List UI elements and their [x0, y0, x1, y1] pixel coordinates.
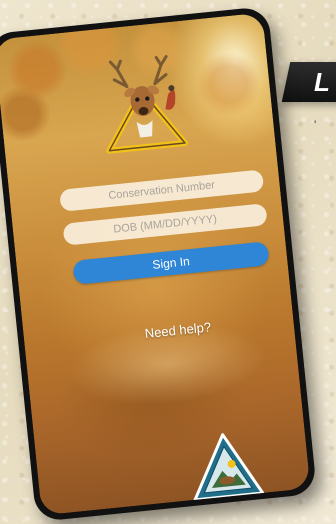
sign-in-button[interactable]: Sign In	[72, 241, 270, 285]
deer-triangle-emblem-icon	[94, 50, 199, 155]
phone-frame: Sign In Need help?	[0, 5, 318, 522]
banner-subtext: '	[314, 118, 317, 132]
dob-input[interactable]	[62, 203, 268, 246]
banner-text: L	[314, 67, 330, 97]
login-screen: Sign In Need help?	[0, 12, 311, 516]
conservation-triangle-seal-icon	[184, 427, 267, 504]
